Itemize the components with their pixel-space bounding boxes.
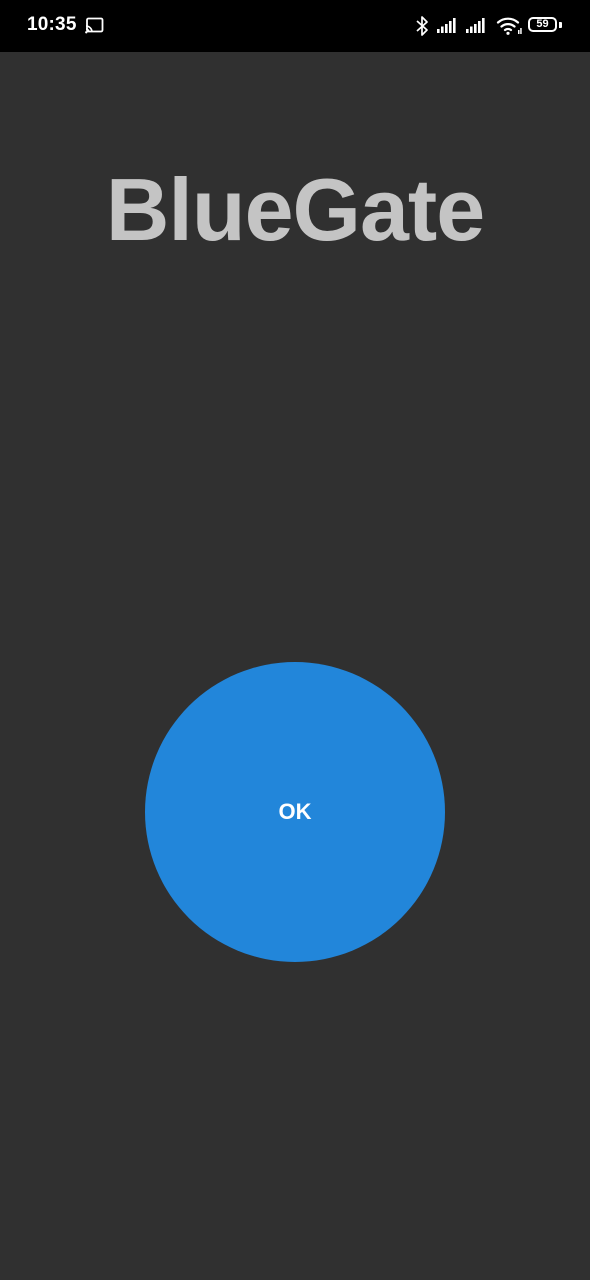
wifi-icon	[496, 17, 522, 35]
status-time: 10:35	[27, 14, 77, 35]
ok-button-label: OK	[278, 799, 312, 824]
ok-button[interactable]: OK	[145, 662, 445, 962]
battery-level: 59	[536, 18, 549, 30]
battery-tip	[559, 22, 562, 28]
cellular-signal-icon	[437, 18, 456, 33]
app-title: BlueGate	[105, 160, 485, 259]
bluetooth-icon	[416, 16, 428, 36]
cast-icon	[85, 17, 104, 34]
status-bar: 10:35 59	[0, 0, 590, 52]
battery-icon: 59	[528, 17, 562, 35]
cellular-signal-icon	[466, 18, 485, 33]
